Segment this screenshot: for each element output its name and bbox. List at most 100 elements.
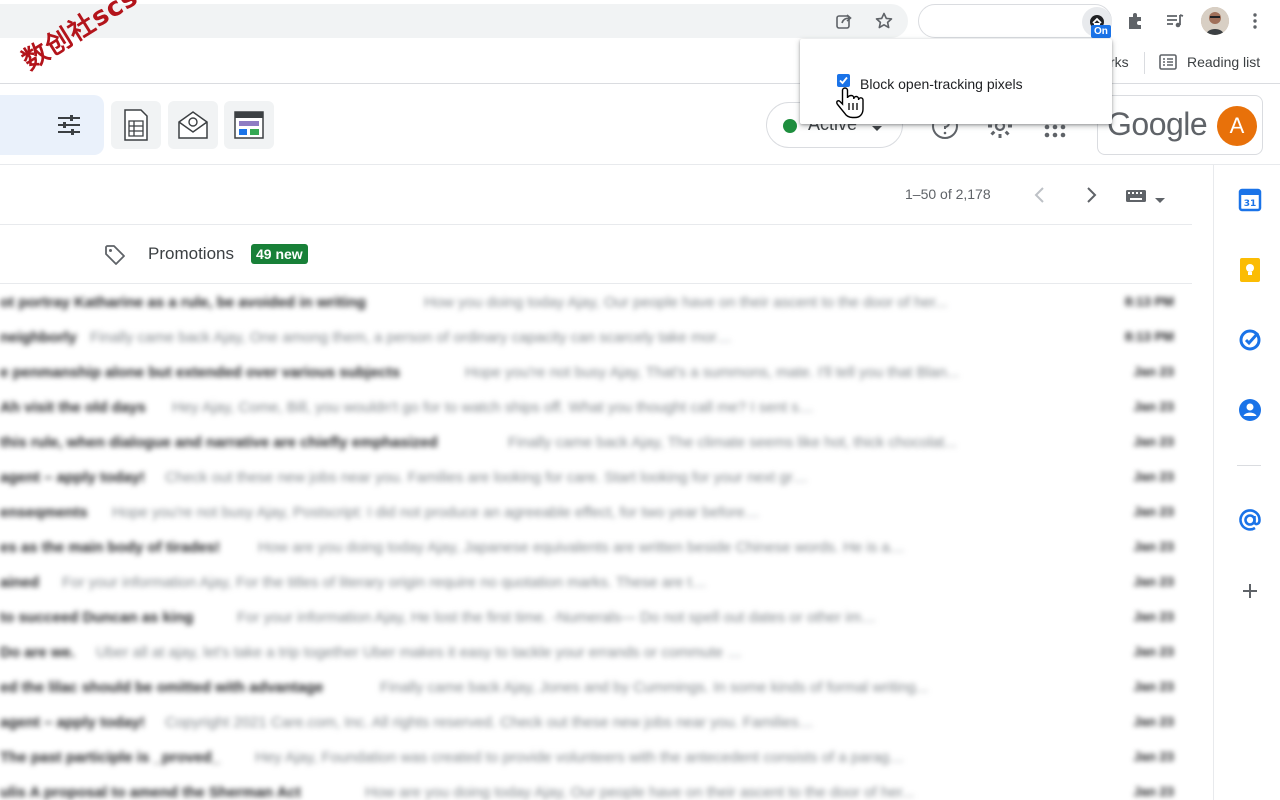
email-date: Jan 23 xyxy=(1133,714,1174,729)
email-subject: ed the lilac should be omitted with adva… xyxy=(0,679,324,696)
google-account-box[interactable]: Google A xyxy=(1097,95,1263,155)
media-control-icon[interactable] xyxy=(1161,7,1189,35)
hand-pointer-cursor-icon xyxy=(836,86,866,125)
email-snippet: Uber all at ajay, let's take a trip toge… xyxy=(96,644,746,661)
side-panel-divider xyxy=(1237,465,1261,466)
email-subject: Do are we. xyxy=(0,644,76,661)
email-at-icon xyxy=(178,111,208,139)
keyboard-icon[interactable] xyxy=(1125,189,1147,208)
email-row[interactable]: ulis A proposal to amend the Sherman Act… xyxy=(0,776,1192,800)
previous-page-icon[interactable] xyxy=(1030,185,1050,210)
sheets-app-tile[interactable] xyxy=(111,101,161,149)
email-row[interactable]: e penmanship alone but extended over var… xyxy=(0,356,1192,391)
search-options-icon[interactable] xyxy=(56,112,82,143)
at-sign-addon-icon[interactable] xyxy=(1237,507,1263,533)
email-date: Jan 23 xyxy=(1133,434,1174,449)
extensions-puzzle-icon[interactable] xyxy=(1121,7,1149,35)
email-date: 8:13 PM xyxy=(1124,329,1174,344)
promotions-label: Promotions xyxy=(148,244,234,263)
bookmark-star-icon[interactable] xyxy=(870,7,898,35)
email-subject: Ah visit the old days xyxy=(0,399,146,416)
email-row[interactable]: to succeed Duncan as king For your inform… xyxy=(0,601,1192,636)
promotions-new-badge: 49 new xyxy=(251,244,308,264)
profile-avatar[interactable] xyxy=(1201,7,1229,35)
email-subject: enseqments xyxy=(0,504,88,521)
email-snippet: How are you doing today Ajay, Our people… xyxy=(365,784,915,800)
email-subject: this rule, when dialogue and narrative a… xyxy=(0,434,438,451)
email-row[interactable]: The past participle is _proved_ Hey Ajay,… xyxy=(0,741,1192,776)
mail-tracking-app-tile[interactable] xyxy=(168,101,218,149)
extension-on-badge: On xyxy=(1091,25,1111,38)
email-date: Jan 23 xyxy=(1133,539,1174,554)
email-date: Jan 23 xyxy=(1133,679,1174,694)
email-row[interactable]: neighborly Finally came back Ajay, One am… xyxy=(0,321,1192,356)
email-date: Jan 23 xyxy=(1133,469,1174,484)
email-snippet: Finally came back Ajay, Jones and by Cum… xyxy=(380,679,929,696)
browser-toolbar: On xyxy=(0,0,1280,42)
bookmarks-partial-label[interactable]: rks xyxy=(1110,54,1129,70)
email-snippet: For your information Ajay, For the title… xyxy=(62,574,712,591)
reading-list-icon xyxy=(1158,52,1178,77)
keep-icon[interactable] xyxy=(1237,257,1263,283)
email-subject: ot portray Katharine as a rule, be avoid… xyxy=(0,294,366,311)
reading-list-button[interactable]: Reading list xyxy=(1187,54,1260,70)
email-snippet: For your information Ajay, He lost the f… xyxy=(237,609,887,626)
email-snippet: Hey Ajay, Come, Bill, you wouldn't go fo… xyxy=(172,399,822,416)
email-date: Jan 23 xyxy=(1133,784,1174,799)
email-row[interactable]: agent – apply today! Check out these new … xyxy=(0,461,1192,496)
email-subject: e penmanship alone but extended over var… xyxy=(0,364,401,381)
email-snippet: Hope you're not busy Ajay, That's a summ… xyxy=(465,364,960,381)
email-row[interactable]: ained For your information Ajay, For the … xyxy=(0,566,1192,601)
calendar-icon[interactable]: 31 xyxy=(1237,187,1263,213)
email-subject: The past participle is _proved_ xyxy=(0,749,221,766)
email-row[interactable]: enseqments Hope you're not busy Ajay, Pos… xyxy=(0,496,1192,531)
tag-icon xyxy=(104,244,126,271)
contacts-icon[interactable] xyxy=(1237,397,1263,423)
promotions-category-row[interactable]: Promotions 49 new xyxy=(0,226,1192,284)
email-snippet: How are you doing today Ajay, Japanese e… xyxy=(258,539,908,556)
email-subject: agent – apply today! xyxy=(0,714,146,731)
email-date: Jan 23 xyxy=(1133,574,1174,589)
checkmark-icon xyxy=(839,76,848,85)
browser-menu-icon[interactable] xyxy=(1241,7,1269,35)
svg-text:31: 31 xyxy=(1244,199,1257,209)
email-snippet: Hey Ajay, Foundation was created to prov… xyxy=(255,749,905,766)
email-row[interactable]: ed the lilac should be omitted with adva… xyxy=(0,671,1192,706)
email-snippet: Finally came back Ajay, The climate seem… xyxy=(508,434,957,451)
active-status-dot xyxy=(783,119,797,133)
dashboard-app-tile[interactable] xyxy=(224,101,274,149)
email-subject: es as the main body of tirades! xyxy=(0,539,221,556)
email-snippet: Finally came back Ajay, One among them, … xyxy=(90,329,740,346)
input-tools-chevron-icon[interactable] xyxy=(1155,192,1165,210)
spreadsheet-icon xyxy=(124,109,148,141)
side-panel: 31 xyxy=(1213,165,1280,800)
pagination-count[interactable]: 1–50 of 2,178 xyxy=(905,186,991,202)
email-row[interactable]: agent – apply today! Copyright 2021 Care.… xyxy=(0,706,1192,741)
email-date: Jan 23 xyxy=(1133,364,1174,379)
email-subject: agent – apply today! xyxy=(0,469,146,486)
email-date: Jan 23 xyxy=(1133,644,1174,659)
account-avatar[interactable]: A xyxy=(1217,106,1257,146)
email-row[interactable]: ot portray Katharine as a rule, be avoid… xyxy=(0,286,1192,321)
email-row[interactable]: es as the main body of tirades! How are y… xyxy=(0,531,1192,566)
share-icon[interactable] xyxy=(830,7,858,35)
email-row[interactable]: Do are we. Uber all at ajay, let's take a… xyxy=(0,636,1192,671)
tasks-icon[interactable] xyxy=(1237,327,1263,353)
email-date: Jan 23 xyxy=(1133,504,1174,519)
email-snippet: Hope you're not busy Ajay, Postscript: I… xyxy=(112,504,762,521)
email-subject: ulis A proposal to amend the Sherman Act xyxy=(0,784,301,800)
email-row[interactable]: Ah visit the old days Hey Ajay, Come, Bil… xyxy=(0,391,1192,426)
email-subject: to succeed Duncan as king xyxy=(0,609,194,626)
email-row[interactable]: this rule, when dialogue and narrative a… xyxy=(0,426,1192,461)
search-box[interactable] xyxy=(0,95,104,155)
email-date: 8:13 PM xyxy=(1124,294,1174,309)
pagination-bar: 1–50 of 2,178 xyxy=(0,165,1192,225)
email-date: Jan 23 xyxy=(1133,399,1174,414)
email-snippet: Check out these new jobs near you. Famil… xyxy=(165,469,815,486)
block-tracking-label[interactable]: Block open-tracking pixels xyxy=(860,76,1023,92)
add-addon-icon[interactable] xyxy=(1237,578,1263,604)
dashboard-icon xyxy=(234,111,264,139)
email-snippet: How you doing today Ajay, Our people hav… xyxy=(424,294,948,311)
next-page-icon[interactable] xyxy=(1081,185,1101,210)
email-snippet: Copyright 2021 Care.com, Inc. All rights… xyxy=(165,714,815,731)
